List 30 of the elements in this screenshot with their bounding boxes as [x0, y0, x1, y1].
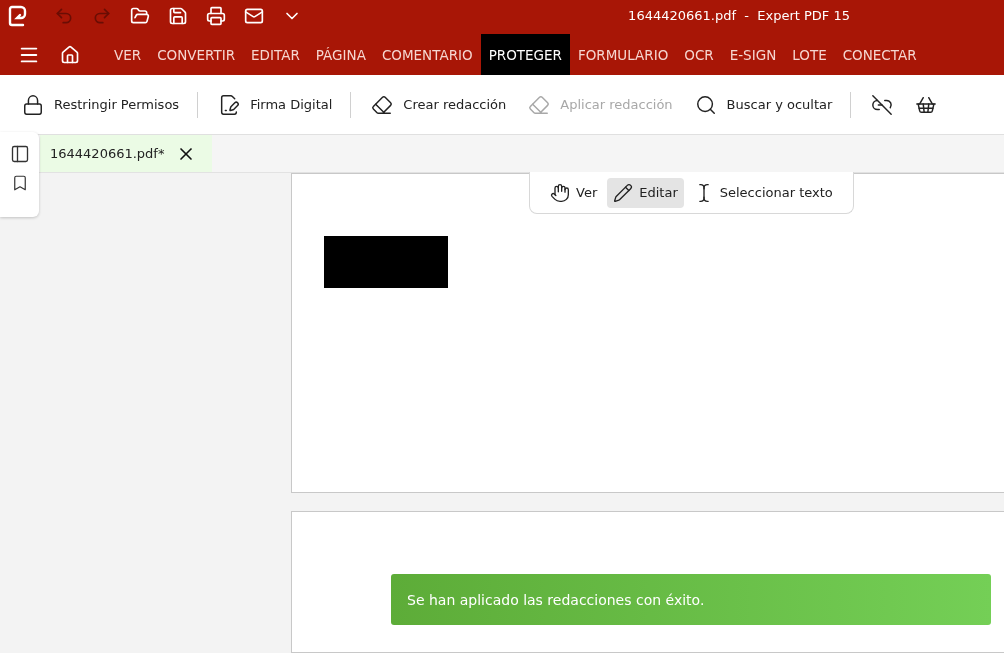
ribbon-tab[interactable]: PROTEGER	[480, 34, 570, 76]
ribbon-tab[interactable]: EDITAR	[243, 34, 308, 76]
app-logo-icon	[8, 4, 28, 27]
ribbon-tab[interactable]: E-SIGN	[721, 34, 785, 76]
ribbon-tab[interactable]: CONECTAR	[834, 34, 925, 76]
lock-icon	[22, 93, 44, 116]
ribbon-tab[interactable]: PÁGINA	[307, 34, 374, 76]
document-tab-label: 1644420661.pdf*	[50, 146, 165, 162]
ribbon-tab[interactable]: LOTE	[784, 34, 835, 76]
mode-button[interactable]: Seleccionar texto	[687, 177, 839, 208]
toolbar-button[interactable]: Restringir Permisos	[14, 87, 188, 122]
toolbar-button[interactable]: Buscar y ocultar	[686, 87, 841, 122]
mode-button[interactable]: Editar	[607, 177, 684, 208]
mode-button[interactable]: Ver	[544, 177, 604, 208]
toolbar-button[interactable]: Firma Digital	[210, 87, 341, 122]
search-icon	[694, 93, 717, 116]
ribbon-tab[interactable]: COMENTARIO	[373, 34, 481, 76]
eraser-icon	[528, 93, 551, 116]
document-tab[interactable]: 1644420661.pdf*	[40, 135, 213, 172]
window-title: 1644420661.pdf - Expert PDF 15	[628, 8, 850, 24]
ribbon-tab[interactable]: VER	[106, 34, 150, 76]
hand-icon	[550, 182, 570, 203]
pencil-icon	[613, 182, 634, 203]
ribbon-tab[interactable]: OCR	[676, 34, 722, 76]
toast-message: Se han aplicado las redacciones con éxito.	[407, 591, 705, 608]
document-pen-icon	[218, 93, 241, 116]
ribbon-tab[interactable]: CONVERTIR	[149, 34, 244, 76]
toolbar-button[interactable]: Crear redacción	[363, 87, 515, 122]
ribbon-tab[interactable]: FORMULARIO	[569, 34, 677, 76]
eraser-icon	[371, 93, 394, 116]
